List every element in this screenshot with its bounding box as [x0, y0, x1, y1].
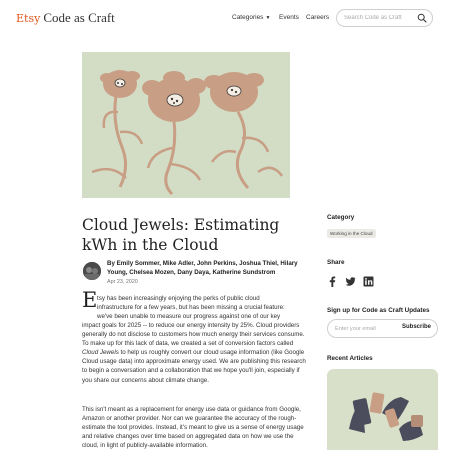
site-logo[interactable]: Etsy Code as Craft	[16, 10, 115, 27]
flower-illustration	[91, 70, 284, 196]
article-byline: By Emily Sommer, Mike Adler, John Perkin…	[107, 260, 298, 276]
author-avatar	[83, 262, 101, 280]
intro-line: tsy has been increasingly enjoying the p…	[97, 295, 260, 302]
twitter-icon[interactable]	[345, 274, 356, 286]
article-paragraph-1: impact goals for 2025 -- to reduce our e…	[82, 321, 307, 385]
logo-brand: Etsy	[16, 12, 41, 25]
recent-article-illustration	[327, 369, 438, 450]
signup-heading: Sign up for Code as Craft Updates	[327, 307, 430, 314]
hero-illustration	[82, 52, 290, 198]
category-heading: Category	[327, 214, 355, 221]
logo-name: Code as Craft	[43, 10, 115, 25]
signup-form: Subscribe	[327, 319, 438, 338]
recent-article-thumbnail[interactable]	[327, 369, 438, 450]
recent-articles-heading: Recent Articles	[327, 355, 373, 362]
article-paragraph-intro: tsy has been increasingly enjoying the p…	[97, 294, 307, 321]
linkedin-icon[interactable]	[363, 274, 374, 287]
article-date: Apr 23, 2020	[107, 279, 138, 285]
intro-line: we've been unable to measure our progres…	[97, 313, 281, 321]
nav-categories-label: Categories	[232, 14, 264, 21]
drop-cap: E	[82, 288, 98, 312]
site-header: Etsy Code as Craft Categories ▼ Events Car…	[0, 0, 450, 38]
avatar-image	[83, 262, 101, 280]
article-paragraph-2: This isn't meant as a replacement for en…	[82, 406, 304, 450]
facebook-icon[interactable]	[327, 274, 338, 287]
search-input[interactable]	[344, 13, 414, 23]
intro-line: infrastructure for a few years, but has …	[97, 304, 285, 312]
paragraph-text: impact goals for 2025 -- to reduce our e…	[82, 322, 305, 348]
search-box	[336, 9, 433, 27]
subscribe-button[interactable]: Subscribe	[402, 324, 431, 330]
chevron-down-icon: ▼	[265, 15, 271, 21]
share-heading: Share	[327, 259, 345, 266]
nav-careers[interactable]: Careers	[306, 14, 329, 21]
cloud-jewels-term: Cloud Jewels	[82, 349, 119, 357]
nav-events[interactable]: Events	[279, 14, 299, 21]
article-title: Cloud Jewels: Estimating kWh in the Clou…	[82, 216, 280, 254]
search-icon[interactable]	[417, 13, 427, 23]
category-tag[interactable]: Working in the Cloud	[327, 229, 376, 238]
nav-categories[interactable]: Categories ▼	[232, 14, 270, 21]
email-field[interactable]	[335, 324, 393, 333]
